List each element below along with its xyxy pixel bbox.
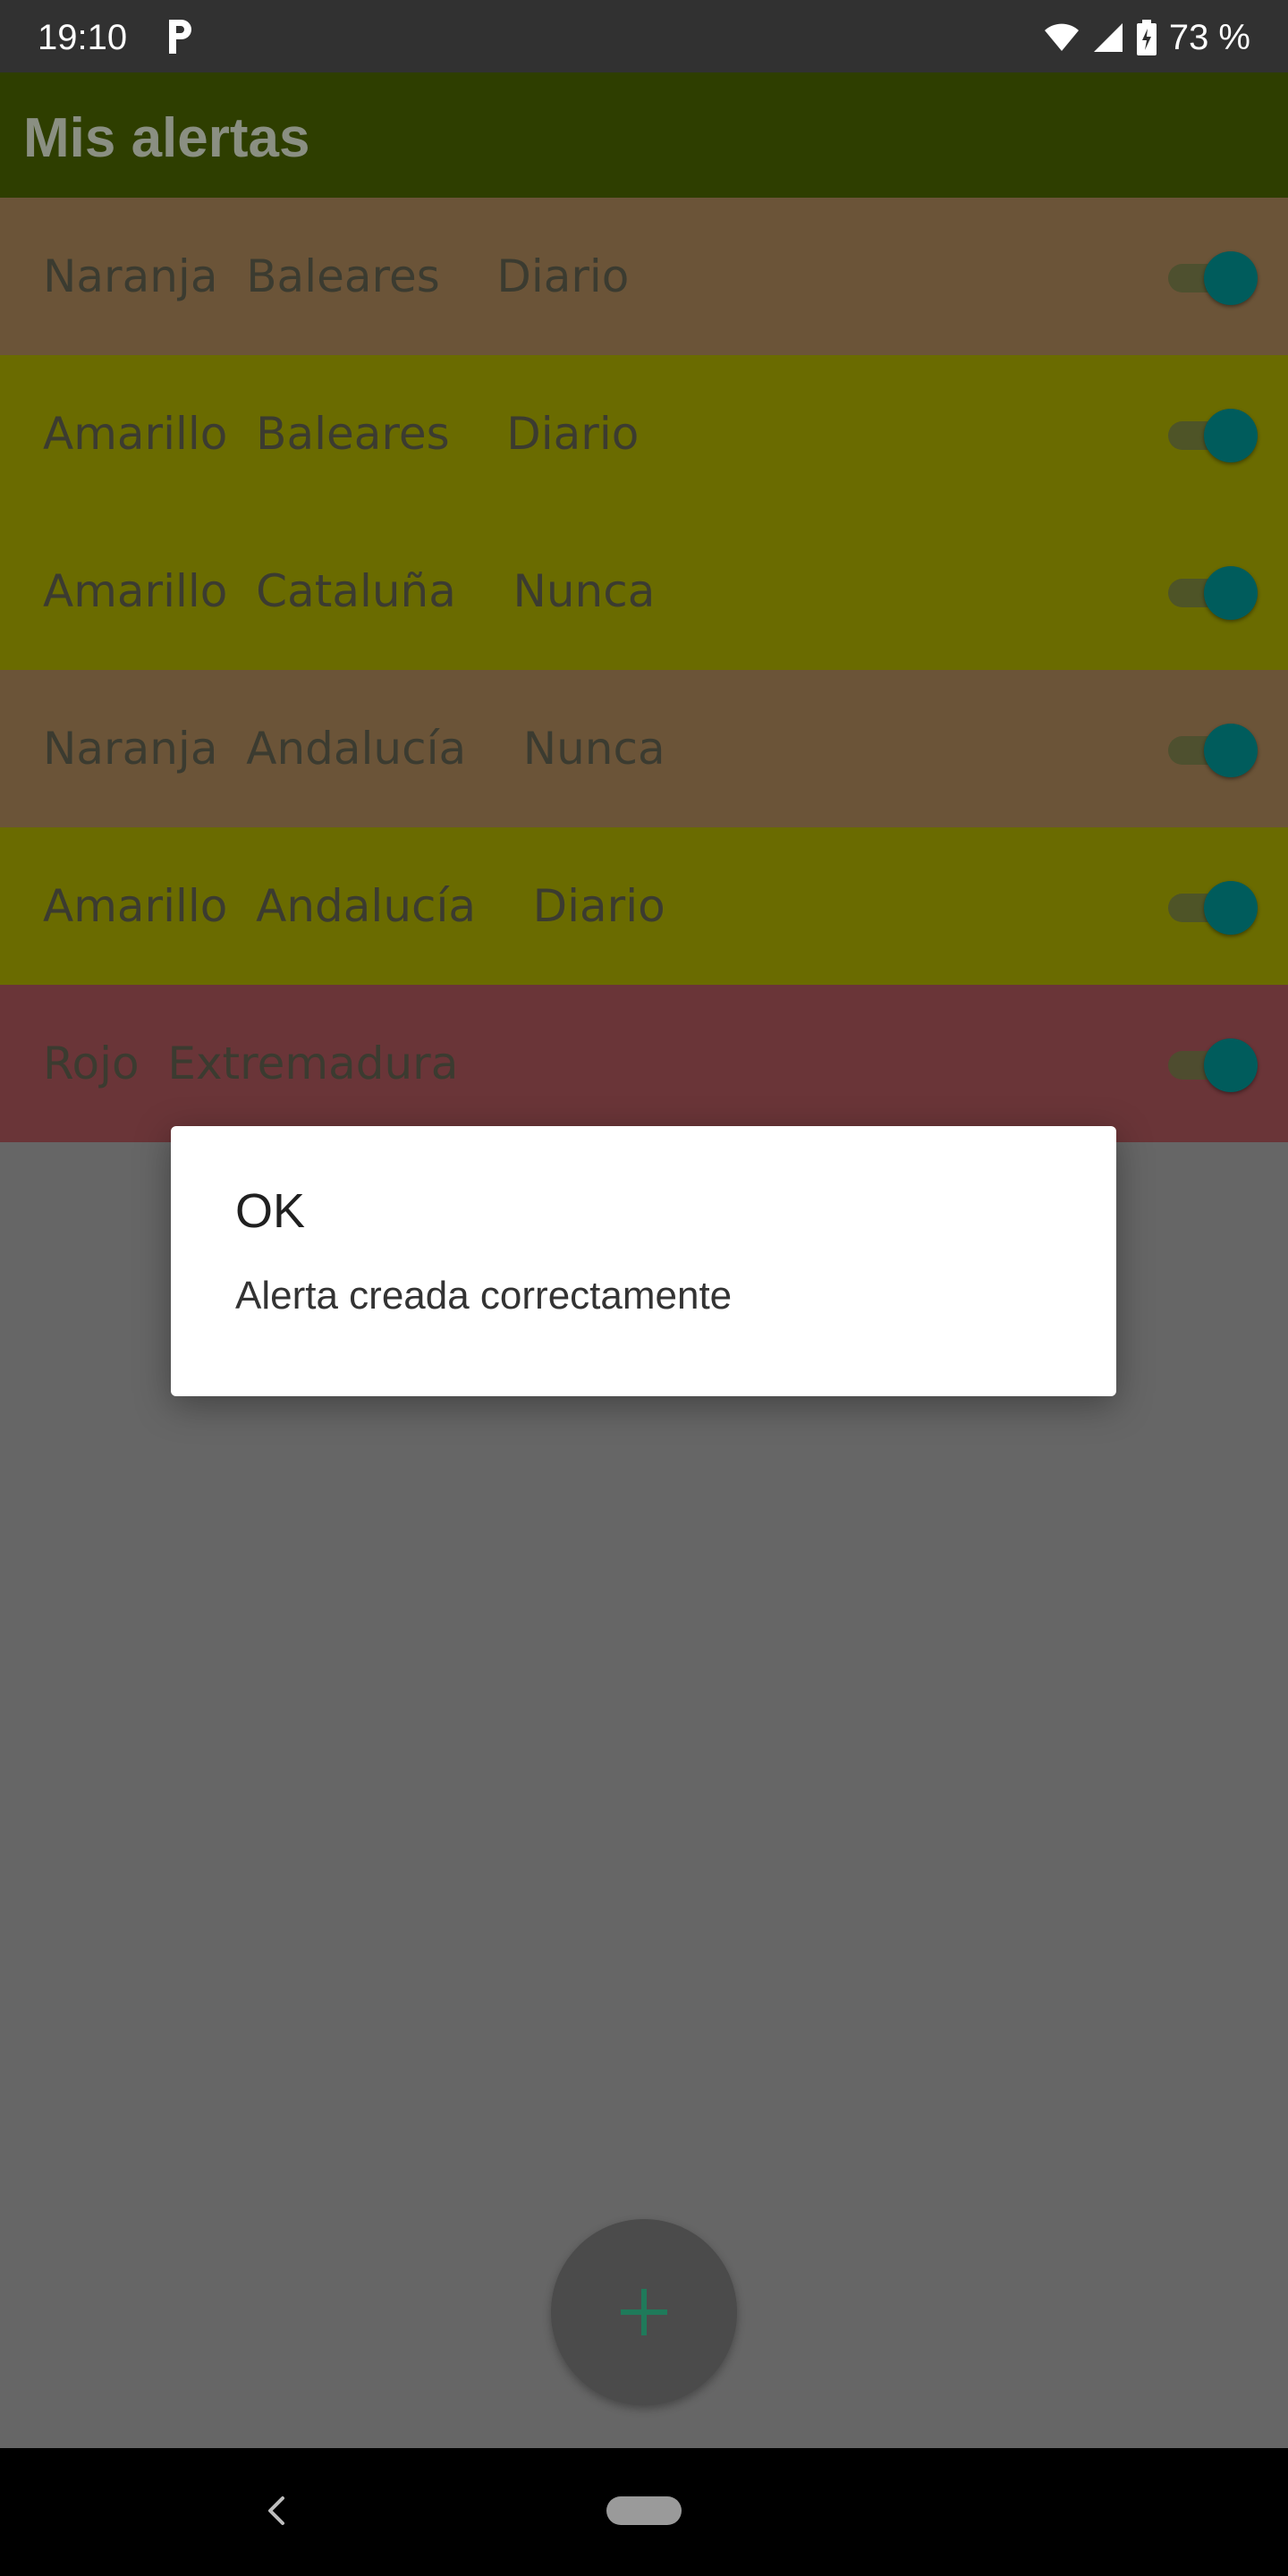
home-pill[interactable] [606,2496,682,2525]
alert-label: Naranja Baleares Diario [43,250,630,302]
back-icon[interactable] [259,2493,295,2529]
status-time: 19:10 [38,18,128,57]
alert-label: Rojo Extremadura [43,1038,459,1089]
alert-row[interactable]: Amarillo Cataluña Nunca [0,513,1288,670]
plus-icon [621,2289,667,2335]
app-bar: Mis alertas [0,72,1288,198]
alert-label: Naranja Andalucía Nunca [43,723,665,775]
alert-row[interactable]: Naranja Baleares Diario [0,198,1288,355]
alert-label: Amarillo Andalucía Diario [43,880,665,932]
alert-toggle[interactable] [1168,881,1258,935]
wifi-icon [1044,23,1079,51]
dialog-message: Alerta creada correctamente [235,1274,733,1318]
alert-row[interactable]: Amarillo Andalucía Diario [0,827,1288,985]
toggle-thumb [1204,724,1258,777]
status-bar: 19:10 73 % [0,0,1288,72]
alert-toggle[interactable] [1168,409,1258,462]
page-title: Mis alertas [23,107,310,169]
alert-list: Naranja Baleares Diario Amarillo Baleare… [0,198,1288,1142]
add-alert-button[interactable] [551,2219,737,2405]
alert-toggle[interactable] [1168,251,1258,305]
battery-percent: 73 % [1168,17,1250,57]
toggle-thumb [1204,251,1258,305]
alert-row[interactable]: Amarillo Baleares Diario [0,355,1288,513]
dialog-title: OK [235,1184,306,1238]
toggle-thumb [1204,881,1258,935]
navigation-bar [0,2448,1288,2576]
alert-dialog: OK Alerta creada correctamente [171,1126,1116,1396]
status-icons: 73 % [1044,13,1250,63]
signal-icon [1093,23,1123,52]
alert-toggle[interactable] [1168,724,1258,777]
alert-label: Amarillo Cataluña Nunca [43,565,656,617]
parking-icon [169,20,191,54]
alert-row[interactable]: Naranja Andalucía Nunca [0,670,1288,827]
battery-charging-icon [1136,20,1157,55]
toggle-thumb [1204,409,1258,462]
alert-row[interactable]: Rojo Extremadura [0,985,1288,1142]
toggle-thumb [1204,1038,1258,1092]
alert-toggle[interactable] [1168,566,1258,620]
alert-toggle[interactable] [1168,1038,1258,1092]
alert-label: Amarillo Baleares Diario [43,408,640,460]
toggle-thumb [1204,566,1258,620]
